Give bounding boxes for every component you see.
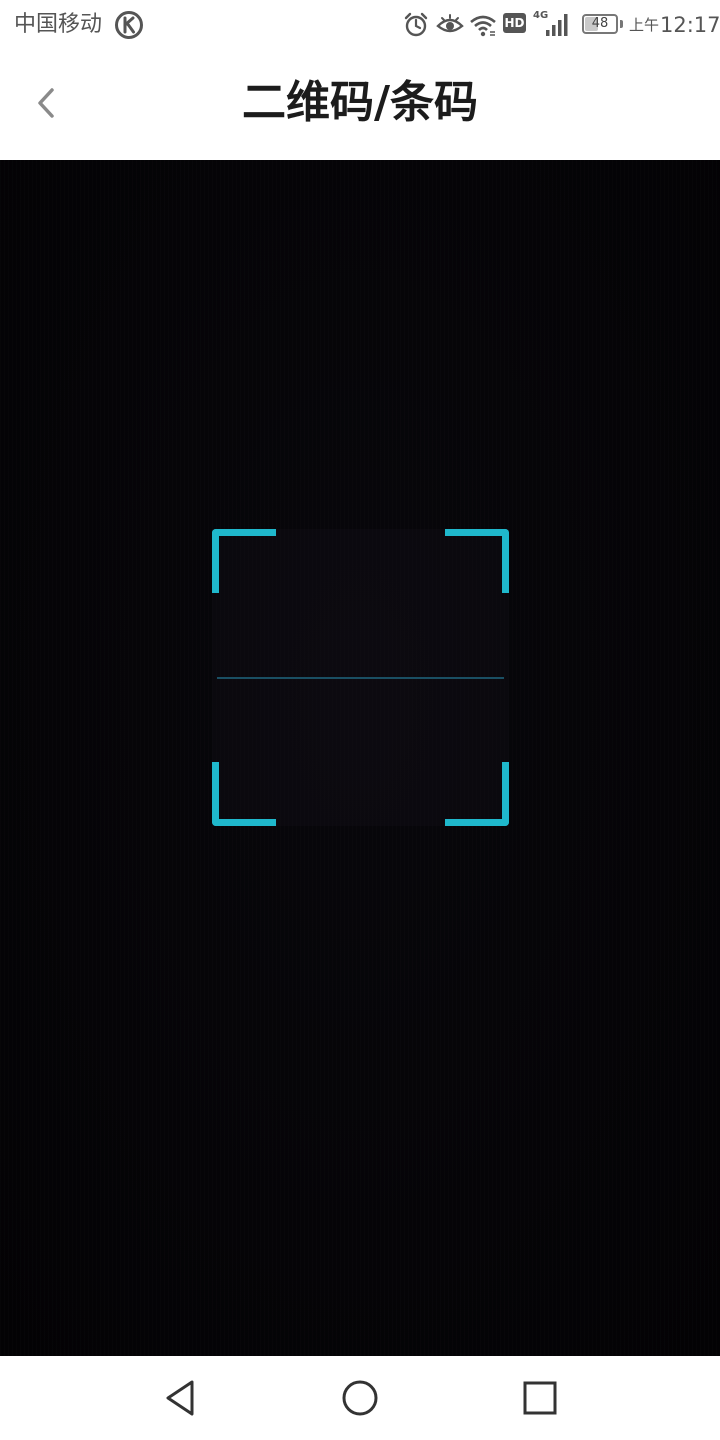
carrier-name: 中国移动: [14, 12, 103, 37]
wifi-icon: [470, 15, 496, 37]
scan-corner-top-right: [445, 529, 509, 593]
status-bar: 中国移动 HD 4G 48 上午 12:17: [0, 0, 720, 50]
recent-square-icon[interactable]: [518, 1376, 562, 1420]
scan-corner-bottom-right: [445, 762, 509, 826]
scan-frame: [212, 529, 509, 826]
back-triangle-icon[interactable]: [158, 1376, 202, 1420]
time-period: 上午: [629, 16, 660, 34]
clock: 12:17: [660, 13, 720, 37]
scan-corner-bottom-left: [212, 762, 276, 826]
app-header: 二维码/条码: [0, 50, 720, 160]
scan-corner-top-left: [212, 529, 276, 593]
k-logo-icon: [115, 11, 143, 39]
home-circle-icon[interactable]: [338, 1376, 382, 1420]
scan-line: [217, 677, 504, 679]
alarm-icon: [404, 12, 428, 37]
page-title: 二维码/条码: [241, 77, 479, 128]
hd-badge: HD: [503, 13, 526, 33]
battery-icon: 48: [582, 14, 618, 34]
system-nav-bar: [0, 1356, 720, 1440]
camera-viewfinder: [0, 160, 720, 1356]
signal-icon: [546, 14, 568, 36]
screen: 中国移动 HD 4G 48 上午 12:17 二维码/条码: [0, 0, 720, 1440]
battery-level: 48: [591, 16, 609, 31]
battery-tip: [620, 20, 623, 28]
eye-icon: [436, 14, 464, 33]
